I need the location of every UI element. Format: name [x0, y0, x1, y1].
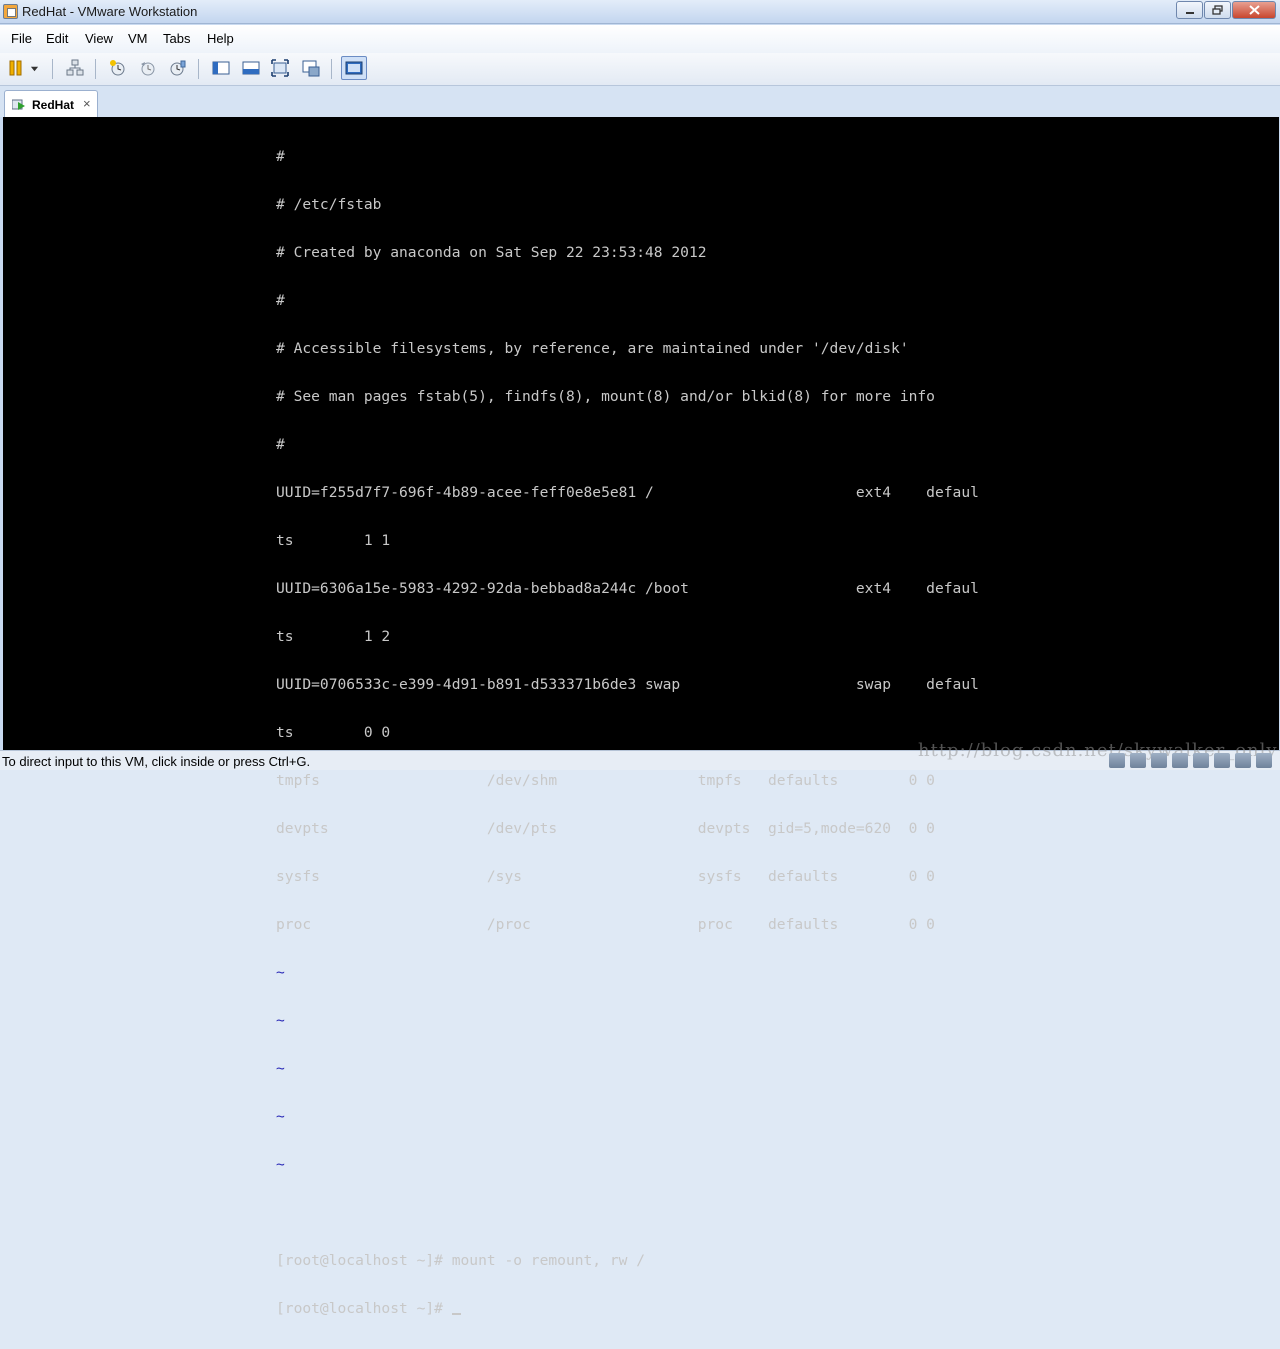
restore-icon [1212, 5, 1223, 15]
console-view-button[interactable] [341, 56, 367, 80]
toolbar-separator [52, 59, 53, 79]
menu-file[interactable]: File [11, 31, 32, 46]
terminal-line: UUID=6306a15e-5983-4292-92da-bebbad8a244… [276, 580, 979, 597]
menu-edit[interactable]: Edit [46, 31, 68, 46]
terminal-line: # [276, 292, 285, 309]
text-cursor [451, 1313, 461, 1315]
close-icon [1248, 5, 1260, 15]
empty-line-tilde: ~ [276, 1156, 285, 1173]
menu-bar: File Edit View VM Tabs Help [0, 25, 1280, 53]
full-screen-button[interactable] [270, 58, 290, 78]
terminal-line: devpts /dev/pts devpts gid=5,mode=620 0 … [276, 820, 935, 837]
dropdown-icon [30, 66, 38, 71]
quick-switch-button[interactable] [241, 58, 261, 78]
revert-snapshot-button[interactable] [138, 58, 158, 78]
send-ctrl-alt-del-icon [66, 59, 84, 76]
send-ctrl-alt-del-button[interactable] [65, 58, 85, 78]
vmware-app-icon [3, 4, 18, 19]
terminal-line: ts 1 1 [276, 532, 391, 549]
window-controls [1175, 1, 1276, 19]
empty-line-tilde: ~ [276, 964, 285, 981]
device-status-icons [1104, 753, 1272, 768]
terminal-line: # [276, 436, 285, 453]
cd-dvd-icon[interactable] [1130, 753, 1146, 768]
terminal-line: # Created by anaconda on Sat Sep 22 23:5… [276, 244, 707, 261]
show-library-button[interactable] [211, 58, 231, 78]
status-bar: To direct input to this VM, click inside… [0, 740, 1280, 770]
restore-button[interactable] [1204, 1, 1231, 19]
minimize-icon [1185, 12, 1194, 14]
terminal-line: ts 1 2 [276, 628, 391, 645]
menu-view[interactable]: View [85, 31, 113, 46]
terminal-output: # # /etc/fstab # Created by anaconda on … [276, 117, 979, 1349]
network-adapter-icon[interactable] [1172, 753, 1188, 768]
menu-tabs[interactable]: Tabs [163, 31, 190, 46]
terminal-line: tmpfs /dev/shm tmpfs defaults 0 0 [276, 772, 935, 789]
vmware-window: RedHat - VMware Workstation File Edit Vi… [0, 0, 1280, 1317]
terminal-blank-line: ​ [276, 1205, 979, 1221]
window-title: RedHat - VMware Workstation [22, 4, 198, 19]
message-log-icon[interactable] [1256, 753, 1272, 768]
tab-redhat[interactable]: RedHat × [4, 90, 98, 117]
snapshot-manager-icon [170, 60, 186, 76]
unity-icon [302, 60, 320, 77]
menu-vm[interactable]: VM [128, 31, 148, 46]
tab-bar: RedHat × [0, 86, 1280, 117]
power-dropdown[interactable] [28, 58, 40, 78]
empty-line-tilde: ~ [276, 1060, 285, 1077]
minimize-button[interactable] [1176, 1, 1203, 19]
terminal-line: # [276, 148, 285, 165]
terminal-line: # See man pages fstab(5), findfs(8), mou… [276, 388, 935, 405]
terminal-line: proc /proc proc defaults 0 0 [276, 916, 935, 933]
title-bar[interactable]: RedHat - VMware Workstation [0, 0, 1280, 24]
tab-label: RedHat [32, 98, 75, 112]
prompt-line: [root@localhost ~]# mount -o remount, rw… [276, 1252, 646, 1269]
hard-disk-icon[interactable] [1109, 753, 1125, 768]
toolbar-separator [331, 59, 332, 79]
unity-button[interactable] [301, 58, 321, 78]
tab-close-icon[interactable]: × [83, 96, 91, 111]
prompt-text: [root@localhost ~]# [276, 1300, 452, 1317]
revert-snapshot-icon [141, 62, 155, 76]
printer-icon[interactable] [1235, 753, 1251, 768]
snapshot-manager-button[interactable] [168, 58, 188, 78]
pause-icon [9, 60, 22, 76]
menu-help[interactable]: Help [207, 31, 234, 46]
take-snapshot-button[interactable] [108, 58, 128, 78]
terminal-line: UUID=f255d7f7-696f-4b89-acee-feff0e8e5e8… [276, 484, 979, 501]
vm-running-icon [12, 99, 25, 110]
status-message: To direct input to this VM, click inside… [2, 754, 311, 769]
terminal-line: ts 0 0 [276, 724, 391, 741]
full-screen-icon [271, 59, 289, 77]
close-button[interactable] [1232, 1, 1276, 19]
terminal-line: sysfs /sys sysfs defaults 0 0 [276, 868, 935, 885]
terminal-line: # /etc/fstab [276, 196, 382, 213]
toolbar-separator [95, 59, 96, 79]
terminal-line: UUID=0706533c-e399-4d91-b891-d533371b6de… [276, 676, 979, 693]
empty-line-tilde: ~ [276, 1012, 285, 1029]
pause-button[interactable] [6, 58, 26, 78]
take-snapshot-icon [110, 60, 125, 76]
current-prompt-line[interactable]: [root@localhost ~]# [276, 1301, 979, 1317]
empty-line-tilde: ~ [276, 1108, 285, 1125]
show-library-icon [212, 61, 230, 75]
toolbar-separator [198, 59, 199, 79]
quick-switch-icon [242, 61, 260, 75]
console-view-icon [345, 61, 363, 75]
toolbar [0, 53, 1280, 86]
terminal-line: # Accessible filesystems, by reference, … [276, 340, 909, 357]
floppy-icon[interactable] [1151, 753, 1167, 768]
usb-controller-icon[interactable] [1193, 753, 1209, 768]
sound-card-icon[interactable] [1214, 753, 1230, 768]
